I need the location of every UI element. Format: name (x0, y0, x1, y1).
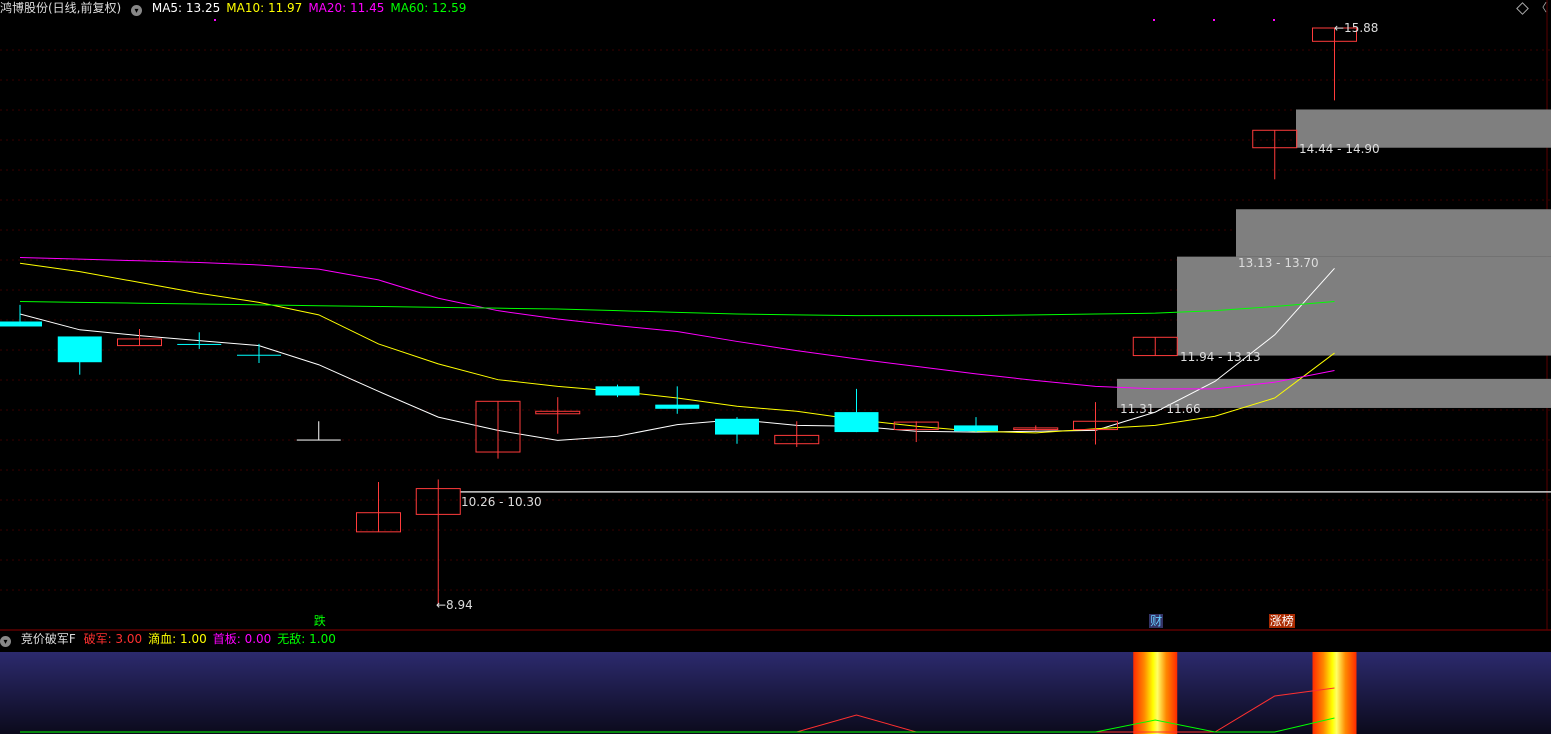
candle-body (57, 336, 102, 363)
zone-label: 11.31 - 11.66 (1120, 401, 1201, 416)
signal-tag: 涨榜 (1268, 614, 1295, 628)
ma-label-1: MA10: 11.97 (226, 1, 303, 15)
zone-label: 13.13 - 13.70 (1238, 255, 1319, 270)
high-price-label: ←15.88 (1334, 21, 1379, 35)
support-label: 10.26 - 10.30 (461, 494, 542, 509)
indicator-label-3: 无敌: 1.00 (277, 632, 336, 646)
candle-body (177, 343, 222, 345)
indicator-legend: 破军: 3.00 滴血: 1.00 首板: 0.00 无敌: 1.00 (84, 632, 342, 646)
low-price-label: ←8.94 (436, 598, 473, 612)
dropdown-icon[interactable]: ▾ (131, 5, 143, 16)
stock-name: 鸿博股份(日线,前复权) (0, 1, 122, 15)
candle-body (237, 354, 281, 356)
kline-stage[interactable]: 鸿博股份(日线,前复权) ▾ MA5: 13.25 MA10: 11.97 MA20… (0, 0, 1551, 734)
indicator-label-0: 破军: 3.00 (83, 632, 143, 646)
candle-body (595, 386, 640, 396)
indicator-header: ▾ 竞价破军F 破军: 3.00 滴血: 1.00 首板: 0.00 无敌: 1.00 (0, 631, 348, 647)
indicator-dropdown-icon[interactable]: ▾ (0, 636, 11, 647)
price-zone (1236, 209, 1551, 257)
ma-line-ma20 (19, 256, 1335, 390)
ma-line-ma60 (19, 301, 1335, 317)
indicator-label-1: 滴血: 1.00 (148, 632, 207, 646)
collapse-icon[interactable]: 〈 (1536, 0, 1547, 15)
kline-chart[interactable] (0, 0, 1551, 734)
ma-legend: MA5: 13.25 MA10: 11.97 MA20: 11.45 MA60: 12… (152, 1, 473, 15)
main-header: 鸿博股份(日线,前复权) ▾ MA5: 13.25 MA10: 11.97 MA20… (0, 0, 478, 16)
top-marker (1153, 19, 1155, 21)
top-marker (214, 19, 216, 21)
indicator-name: 竞价破军F (20, 632, 76, 646)
candle-body (954, 425, 998, 432)
ma-label-0: MA5: 13.25 (151, 1, 221, 15)
top-marker (1273, 19, 1275, 21)
candle-body (655, 404, 700, 409)
indicator-label-2: 首板: 0.00 (212, 632, 272, 646)
candle-body (715, 418, 759, 435)
top-marker (1213, 19, 1215, 21)
ma-label-2: MA20: 11.45 (308, 1, 385, 15)
ma-label-3: MA60: 12.59 (390, 1, 467, 15)
price-zone (1177, 256, 1551, 356)
candle-body (834, 412, 879, 433)
indicator-bar (1133, 652, 1178, 734)
zone-label: 14.44 - 14.90 (1299, 141, 1380, 156)
zone-label: 11.94 - 13.13 (1180, 349, 1261, 364)
signal-tag: 跌 (313, 614, 326, 628)
signal-tag: 财 (1149, 614, 1164, 628)
candle-body (0, 321, 42, 327)
candle-body (296, 439, 341, 441)
